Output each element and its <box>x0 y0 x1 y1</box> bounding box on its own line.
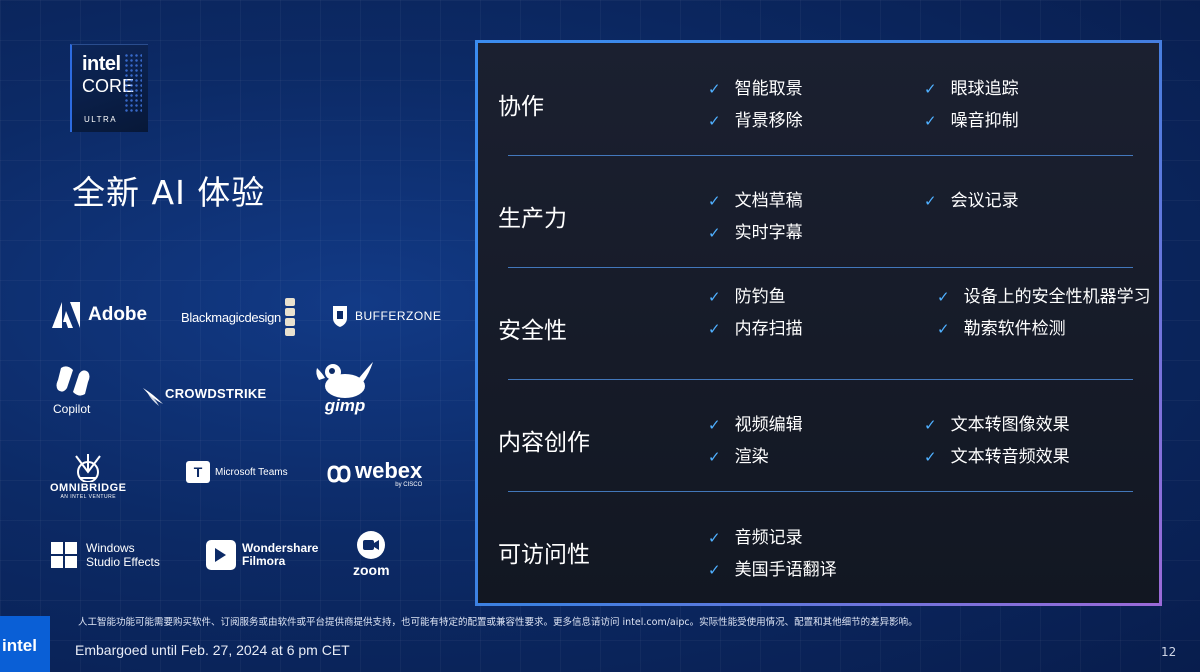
feature-item: ✓ 音频记录 <box>708 528 803 548</box>
row-divider <box>508 155 1133 156</box>
intel-core-ultra-badge: intel CORE ULTRA <box>70 44 148 132</box>
badge-intel: intel <box>82 53 121 75</box>
windows-icon <box>51 541 77 568</box>
feature-item: ✓ 实时字幕 <box>708 223 803 243</box>
omnibridge-icon <box>75 454 102 482</box>
copilot-icon <box>56 366 90 396</box>
gimp-wilber-icon <box>316 362 373 398</box>
check-icon: ✓ <box>708 448 721 466</box>
adobe-logo: Adobe <box>52 302 147 328</box>
badge-dot-pattern <box>124 53 142 113</box>
check-icon: ✓ <box>924 416 937 434</box>
blackmagic-icon <box>284 298 295 336</box>
category-label-content-creation: 内容创作 <box>498 430 590 456</box>
page-number: 12 <box>1161 645 1177 659</box>
crowdstrike-logo: CROWDSTRIKE <box>143 380 267 406</box>
feature-item: ✓ 背景移除 <box>708 111 803 131</box>
ai-features-panel: 协作 ✓ 智能取景 ✓ 背景移除 ✓ 眼球追踪 ✓ 噪音抑制 生产力 ✓ 文档草稿 ✓ 实时… <box>475 40 1162 606</box>
row-divider <box>508 379 1133 380</box>
filmora-icon <box>206 540 236 570</box>
copilot-logo: Copilot <box>53 364 91 416</box>
check-icon: ✓ <box>708 561 721 579</box>
check-icon: ✓ <box>708 80 721 98</box>
check-icon: ✓ <box>924 112 937 130</box>
check-icon: ✓ <box>708 224 721 242</box>
feature-item: ✓ 设备上的安全性机器学习 <box>937 287 1151 307</box>
feature-item: ✓ 美国手语翻译 <box>708 560 837 580</box>
gimp-logo: gimp <box>315 360 375 416</box>
windows-studio-effects-logo: Windows Studio Effects <box>51 541 160 569</box>
bufferzone-shield-icon <box>333 306 347 327</box>
badge-ultra: ULTRA <box>84 115 118 124</box>
category-label-accessibility: 可访问性 <box>498 542 590 568</box>
category-label-collaboration: 协作 <box>498 94 544 120</box>
feature-item: ✓ 文本转图像效果 <box>924 415 1070 435</box>
feature-item: ✓ 文本转音频效果 <box>924 447 1070 467</box>
category-label-productivity: 生产力 <box>498 206 567 232</box>
feature-item: ✓ 噪音抑制 <box>924 111 1019 131</box>
feature-item: ✓ 智能取景 <box>708 79 803 99</box>
webex-logo: webex by CISCO <box>327 460 422 488</box>
adobe-icon <box>52 302 80 328</box>
embargo-notice: Embargoed until Feb. 27, 2024 at 6 pm CE… <box>75 642 350 658</box>
wondershare-filmora-logo: Wondershare Filmora <box>206 540 318 570</box>
check-icon: ✓ <box>924 192 937 210</box>
zoom-logo: zoom <box>353 530 390 578</box>
zoom-camera-icon <box>357 531 386 559</box>
feature-item: ✓ 渲染 <box>708 447 769 467</box>
intel-footer-logo: intel <box>0 616 50 672</box>
feature-item: ✓ 勒索软件检测 <box>937 319 1066 339</box>
row-divider <box>508 267 1133 268</box>
feature-item: ✓ 防钓鱼 <box>708 287 786 307</box>
feature-item: ✓ 内存扫描 <box>708 319 803 339</box>
disclaimer-footnote: 人工智能功能可能需要购买软件、订阅服务或由软件或平台提供商提供支持，也可能有特定… <box>78 617 918 628</box>
feature-item: ✓ 文档草稿 <box>708 191 803 211</box>
check-icon: ✓ <box>708 529 721 547</box>
feature-item: ✓ 会议记录 <box>924 191 1019 211</box>
intel-logo-text: intel <box>2 636 37 655</box>
webex-icon <box>327 465 351 483</box>
microsoft-teams-logo: T Microsoft Teams <box>186 461 288 483</box>
check-icon: ✓ <box>937 288 950 306</box>
row-divider <box>508 491 1133 492</box>
check-icon: ✓ <box>937 320 950 338</box>
blackmagic-logo: Blackmagicdesign <box>181 298 295 336</box>
check-icon: ✓ <box>708 288 721 306</box>
check-icon: ✓ <box>708 416 721 434</box>
check-icon: ✓ <box>924 80 937 98</box>
check-icon: ✓ <box>708 320 721 338</box>
page-title: 全新 AI 体验 <box>72 173 266 212</box>
teams-icon: T <box>186 461 210 483</box>
check-icon: ✓ <box>708 112 721 130</box>
feature-item: ✓ 眼球追踪 <box>924 79 1019 99</box>
bufferzone-logo: BUFFERZONE <box>331 304 441 328</box>
check-icon: ✓ <box>924 448 937 466</box>
check-icon: ✓ <box>708 192 721 210</box>
category-label-security: 安全性 <box>498 318 567 344</box>
omnibridge-logo: OMNIBRIDGE AN INTEL VENTURE <box>50 452 127 500</box>
crowdstrike-icon <box>143 388 163 406</box>
feature-item: ✓ 视频编辑 <box>708 415 803 435</box>
